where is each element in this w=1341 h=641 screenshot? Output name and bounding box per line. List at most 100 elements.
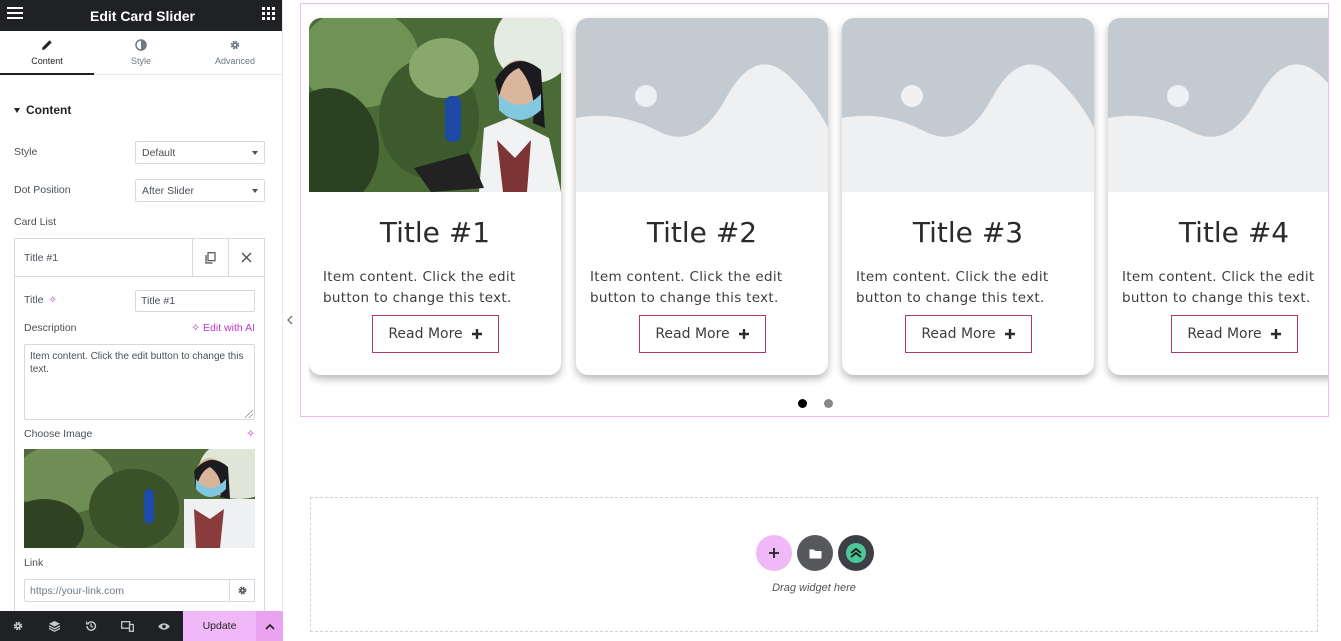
- image-placeholder-icon: [1108, 18, 1328, 192]
- tab-content[interactable]: Content: [0, 31, 94, 75]
- responsive-icon[interactable]: [110, 611, 147, 641]
- chevron-left-icon: [287, 315, 293, 325]
- pagination-dot[interactable]: [798, 399, 807, 408]
- plus-icon: [1270, 329, 1281, 339]
- editor-panel: Edit Card Slider Content Style Advanced: [0, 0, 283, 641]
- card-image-placeholder: [1108, 18, 1328, 192]
- read-more-label: Read More: [921, 326, 996, 342]
- duplicate-button[interactable]: [192, 238, 228, 277]
- card-image-placeholder: [842, 18, 1094, 192]
- style-select-value: Default: [142, 146, 176, 159]
- card-description: Item content. Click the edit button to c…: [323, 269, 516, 306]
- link-label: Link: [24, 557, 44, 569]
- style-select[interactable]: Default: [135, 141, 265, 164]
- chevron-down-icon: [252, 150, 258, 155]
- slider-card: Title #4 Item content. Click the edit bu…: [1108, 18, 1328, 375]
- repeater-item-title: Title #1: [24, 251, 59, 264]
- slider-card: Title #1 Item content. Click the edit bu…: [309, 18, 561, 375]
- read-more-label: Read More: [1187, 326, 1262, 342]
- tab-style[interactable]: Style: [94, 31, 188, 74]
- read-more-button[interactable]: Read More: [1171, 315, 1298, 353]
- scientist-photo: [24, 449, 255, 548]
- card-title: Title #1: [379, 216, 491, 249]
- close-icon: [241, 252, 252, 263]
- title-input[interactable]: Title #1: [135, 290, 255, 312]
- addon-kit-button[interactable]: [838, 535, 874, 571]
- choose-image-preview[interactable]: [24, 449, 255, 548]
- card-title: Title #3: [912, 216, 1024, 249]
- image-ai-button[interactable]: ✧: [246, 428, 255, 440]
- addon-logo-icon: [846, 543, 866, 563]
- title-label: Title ✧: [24, 294, 57, 306]
- tab-advanced[interactable]: Advanced: [188, 31, 282, 74]
- read-more-label: Read More: [655, 326, 730, 342]
- panel-body: Content Style Default Dot Position After…: [0, 75, 282, 611]
- description-text: Item content. Click the edit button to c…: [30, 351, 244, 375]
- layers-icon[interactable]: [37, 611, 74, 641]
- ai-sparkle-icon: ✧: [246, 428, 255, 440]
- ai-sparkle-icon[interactable]: ✧: [48, 295, 56, 306]
- caret-down-icon: [14, 107, 20, 113]
- read-more-button[interactable]: Read More: [639, 315, 766, 353]
- pencil-icon: [41, 39, 53, 53]
- copy-icon: [205, 251, 216, 264]
- read-more-label: Read More: [388, 326, 463, 342]
- style-label: Style: [14, 146, 38, 158]
- chevron-down-icon: [252, 188, 258, 193]
- gear-icon: [238, 586, 246, 595]
- panel-footer: Update: [0, 611, 283, 641]
- update-button[interactable]: Update: [183, 611, 256, 641]
- link-options-button[interactable]: [230, 579, 255, 602]
- collapse-panel-button[interactable]: [283, 300, 297, 340]
- empty-section-drop-zone[interactable]: Drag widget here: [310, 497, 1318, 632]
- scientist-photo: [309, 18, 561, 192]
- image-placeholder-icon: [842, 18, 1094, 192]
- card-list-label: Card List: [14, 216, 57, 228]
- card-image-placeholder: [576, 18, 828, 192]
- link-input[interactable]: https://your-link.com: [24, 579, 230, 602]
- card-slider-widget[interactable]: Title #1 Item content. Click the edit bu…: [300, 3, 1329, 417]
- card-description: Item content. Click the edit button to c…: [856, 269, 1049, 306]
- description-textarea[interactable]: Item content. Click the edit button to c…: [24, 344, 255, 420]
- title-label-text: Title: [24, 294, 44, 306]
- plus-icon: [471, 329, 482, 339]
- panel-header: Edit Card Slider: [0, 0, 282, 31]
- choose-image-label: Choose Image: [24, 428, 93, 440]
- slider-track: Title #1 Item content. Click the edit bu…: [309, 4, 1328, 394]
- preview-eye-icon[interactable]: [146, 611, 183, 641]
- slider-pagination: [798, 399, 833, 408]
- add-section-buttons: [756, 535, 874, 571]
- drag-widget-hint: Drag widget here: [772, 582, 856, 594]
- update-options-button[interactable]: [256, 611, 283, 641]
- widgets-grid-icon[interactable]: [262, 6, 275, 25]
- card-description: Item content. Click the edit button to c…: [1122, 269, 1315, 306]
- edit-with-ai-button[interactable]: ✧ Edit with AI: [191, 322, 255, 334]
- card-description: Item content. Click the edit button to c…: [590, 269, 783, 306]
- plus-icon: [1004, 329, 1015, 339]
- remove-button[interactable]: [228, 238, 264, 277]
- folder-icon: [809, 549, 821, 558]
- repeater-item-header[interactable]: Title #1: [15, 238, 264, 277]
- hamburger-menu-icon[interactable]: [7, 6, 23, 25]
- ai-sparkle-icon: ✧: [191, 322, 201, 334]
- card-list-repeater: Title #1 Title ✧ Title #1 Description ✧ …: [14, 238, 265, 611]
- settings-gear-icon[interactable]: [0, 611, 37, 641]
- content-section-toggle[interactable]: Content: [14, 103, 71, 117]
- tab-advanced-label: Advanced: [214, 56, 256, 66]
- tab-content-label: Content: [31, 56, 63, 66]
- dot-position-select[interactable]: After Slider: [135, 179, 265, 202]
- panel-tabs: Content Style Advanced: [0, 31, 282, 75]
- slider-card: Title #3 Item content. Click the edit bu…: [842, 18, 1094, 375]
- read-more-button[interactable]: Read More: [905, 315, 1032, 353]
- add-section-button[interactable]: [756, 535, 792, 571]
- pagination-dot[interactable]: [824, 399, 833, 408]
- add-template-button[interactable]: [797, 535, 833, 571]
- description-label: Description: [24, 322, 77, 334]
- history-icon[interactable]: [73, 611, 110, 641]
- read-more-button[interactable]: Read More: [372, 315, 499, 353]
- card-title: Title #2: [646, 216, 758, 249]
- panel-title: Edit Card Slider: [89, 7, 196, 24]
- resize-handle-icon[interactable]: [245, 410, 253, 418]
- card-title: Title #4: [1178, 216, 1290, 249]
- gear-icon: [229, 39, 241, 53]
